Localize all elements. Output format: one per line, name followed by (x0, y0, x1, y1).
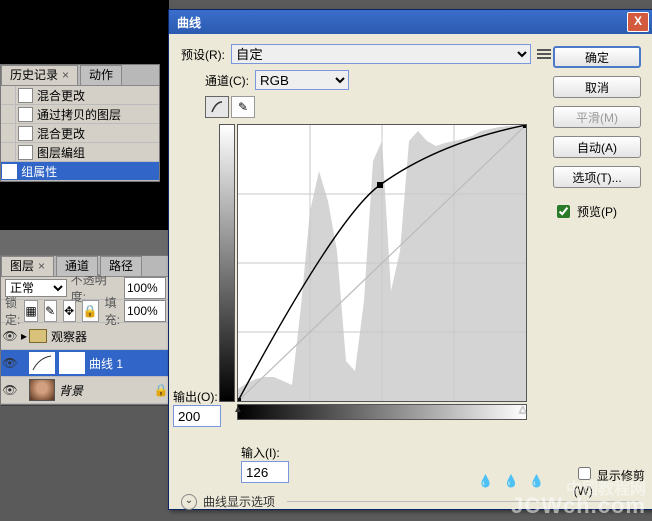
layer-thumb (29, 379, 55, 401)
step-icon (18, 145, 33, 160)
tab-paths-label: 路径 (109, 259, 133, 273)
dialog-title: 曲线 (173, 14, 627, 31)
close-button[interactable]: X (627, 12, 649, 32)
input-gradient (237, 404, 527, 420)
history-item[interactable]: ▶组属性 (1, 162, 159, 181)
history-item-label: 图层编组 (37, 144, 85, 161)
layer-name: 背景 (59, 382, 83, 399)
curve-point-tool-button[interactable] (205, 96, 229, 118)
cancel-button[interactable]: 取消 (553, 76, 641, 98)
history-list: 混合更改 通过拷贝的图层 混合更改 图层编组 ▶组属性 (1, 86, 159, 181)
history-item[interactable]: 图层编组 (1, 143, 159, 162)
adjustment-thumb (29, 352, 55, 374)
channel-select[interactable]: RGB (255, 70, 349, 90)
channel-label: 通道(C): (205, 72, 249, 89)
close-icon[interactable]: × (62, 68, 69, 82)
opacity-input[interactable] (124, 277, 166, 299)
curves-dialog: 曲线 X 预设(R): 自定 通道(C): RGB ✎ (168, 9, 652, 510)
dialog-titlebar[interactable]: 曲线 X (169, 10, 652, 34)
tab-paths[interactable]: 路径 (100, 256, 142, 276)
ok-button[interactable]: 确定 (553, 46, 641, 68)
fill-label: 填充: (105, 294, 120, 328)
layers-tabs: 图层 × 通道 路径 (1, 256, 170, 277)
auto-button[interactable]: 自动(A) (553, 136, 641, 158)
panel-gap (0, 230, 169, 255)
tab-layers-label: 图层 (10, 259, 34, 273)
input-label: 输入(I): (241, 444, 280, 461)
output-label: 输出(O): (173, 388, 218, 405)
preview-label: 预览(P) (577, 203, 617, 220)
curve-point[interactable] (523, 125, 526, 128)
history-item-label: 混合更改 (37, 87, 85, 104)
tab-history-label: 历史记录 (10, 68, 58, 82)
tab-layers[interactable]: 图层 × (1, 256, 54, 276)
tab-channels-label: 通道 (65, 259, 89, 273)
preview-checkbox[interactable] (557, 205, 570, 218)
history-item-label: 组属性 (21, 163, 57, 180)
layer-name: 观察器 (51, 328, 87, 345)
history-panel: 历史记录 × 动作 混合更改 通过拷贝的图层 混合更改 图层编组 ▶组属性 (0, 64, 160, 182)
tab-channels[interactable]: 通道 (56, 256, 98, 276)
gray-eyedropper-icon[interactable]: 💧 (503, 471, 521, 491)
step-icon (2, 164, 17, 179)
lock-all-button[interactable]: 🔒 (82, 300, 99, 322)
curve-point[interactable] (377, 182, 383, 188)
layer-row[interactable]: 👁 ▸ 观察器 (1, 323, 170, 350)
history-tabs: 历史记录 × 动作 (1, 65, 159, 86)
tab-actions[interactable]: 动作 (80, 65, 122, 85)
layer-row[interactable]: 👁 曲线 1 (1, 350, 170, 377)
visibility-icon[interactable]: 👁 (1, 329, 19, 343)
input-input[interactable] (241, 461, 289, 483)
output-input[interactable] (173, 405, 221, 427)
tab-history[interactable]: 历史记录 × (1, 65, 78, 85)
group-icon (29, 329, 47, 343)
black-eyedropper-icon[interactable]: 💧 (477, 471, 495, 491)
white-eyedropper-icon[interactable]: 💧 (528, 471, 546, 491)
white-point-slider[interactable]: △ (519, 404, 527, 415)
visibility-icon[interactable]: 👁 (1, 356, 19, 370)
preset-label: 预设(R): (181, 46, 225, 63)
smooth-button: 平滑(M) (553, 106, 641, 128)
watermark-text: JCWch.com (511, 493, 646, 519)
layer-list: 👁 ▸ 观察器 👁 曲线 1 👁 背景 🔒 (1, 323, 170, 404)
step-icon (18, 126, 33, 141)
lock-label: 锁定: (5, 294, 20, 328)
layers-panel: 图层× 通道 路径 正常 不透明度: 锁定: ▦ ✎ ✥ 🔒 填充: 👁 ▸ 观… (0, 255, 171, 405)
layer-name: 曲线 1 (89, 355, 123, 372)
history-item[interactable]: 混合更改 (1, 124, 159, 143)
expand-arrow-icon[interactable]: ▸ (19, 329, 29, 343)
history-item[interactable]: 混合更改 (1, 86, 159, 105)
close-icon[interactable]: × (38, 259, 45, 273)
curves-grid[interactable] (237, 124, 527, 402)
dialog-button-column: 确定 取消 平滑(M) 自动(A) 选项(T)... 预览(P) (553, 46, 641, 221)
preset-menu-icon[interactable] (537, 49, 551, 59)
layer-row[interactable]: 👁 背景 🔒 (1, 377, 170, 404)
curve-point[interactable] (238, 398, 241, 401)
preset-select[interactable]: 自定 (231, 44, 531, 64)
preview-checkbox-row[interactable]: 预览(P) (553, 202, 641, 221)
mask-thumb (59, 352, 85, 374)
tab-actions-label: 动作 (89, 68, 113, 82)
lock-transparent-button[interactable]: ▦ (24, 300, 37, 322)
options-button[interactable]: 选项(T)... (553, 166, 641, 188)
lock-pixels-button[interactable]: ✎ (44, 300, 57, 322)
curve-pencil-tool-button[interactable]: ✎ (231, 96, 255, 118)
fill-input[interactable] (124, 300, 166, 322)
history-item-label: 通过拷贝的图层 (37, 106, 121, 123)
history-item-label: 混合更改 (37, 125, 85, 142)
step-icon (18, 107, 33, 122)
expand-chevron-icon[interactable]: ⌄ (181, 494, 197, 510)
expand-label: 曲线显示选项 (203, 493, 275, 510)
step-icon (18, 88, 33, 103)
lock-position-button[interactable]: ✥ (63, 300, 76, 322)
visibility-icon[interactable]: 👁 (1, 383, 19, 397)
history-item[interactable]: 通过拷贝的图层 (1, 105, 159, 124)
output-gradient (219, 124, 235, 402)
black-point-slider[interactable]: ▲ (233, 404, 243, 415)
